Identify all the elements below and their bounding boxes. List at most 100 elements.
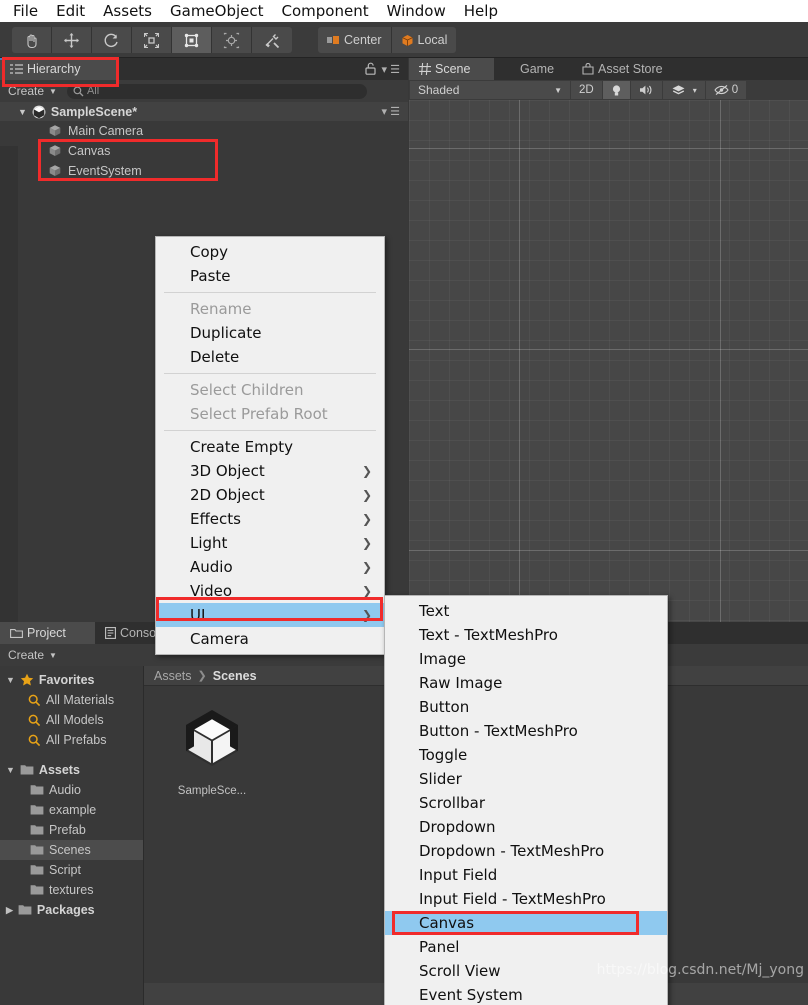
rect-tool-button[interactable]: [172, 27, 212, 53]
submenu-item-canvas[interactable]: Canvas: [385, 911, 667, 935]
submenu-item-button-textmeshpro[interactable]: Button - TextMeshPro: [385, 719, 667, 743]
lock-icon[interactable]: [365, 62, 376, 80]
submenu-item-input-field[interactable]: Input Field: [385, 863, 667, 887]
menu-item-label: 3D Object: [190, 462, 265, 480]
menu-gameobject[interactable]: GameObject: [161, 0, 273, 22]
menu-item-camera[interactable]: Camera: [156, 627, 384, 651]
disclosure-triangle-icon[interactable]: ▼: [6, 765, 15, 775]
tab-game[interactable]: Game: [494, 58, 572, 80]
submenu-item-dropdown-textmeshpro[interactable]: Dropdown - TextMeshPro: [385, 839, 667, 863]
hierarchy-item-canvas[interactable]: Canvas: [0, 141, 408, 161]
menu-item-audio[interactable]: Audio ❯: [156, 555, 384, 579]
visibility-toggle-button[interactable]: 0: [705, 81, 747, 99]
menu-item-label: Raw Image: [419, 674, 503, 692]
tab-scene[interactable]: Scene: [409, 58, 494, 80]
tree-folder-prefab[interactable]: Prefab: [0, 820, 143, 840]
tree-folder-example[interactable]: example: [0, 800, 143, 820]
tree-folder-audio[interactable]: Audio: [0, 780, 143, 800]
rotate-tool-button[interactable]: [92, 27, 132, 53]
project-create-button[interactable]: Create ▼: [8, 648, 57, 662]
menu-item-create-empty[interactable]: Create Empty: [156, 435, 384, 459]
menu-item-copy[interactable]: Copy: [156, 240, 384, 264]
submenu-item-scrollbar[interactable]: Scrollbar: [385, 791, 667, 815]
menu-item-video[interactable]: Video ❯: [156, 579, 384, 603]
toggle-2d-button[interactable]: 2D: [571, 81, 602, 99]
scene-view-toolbar: Shaded ▼ 2D ▾ 0: [409, 80, 808, 100]
tree-folder-textures[interactable]: textures: [0, 880, 143, 900]
disclosure-triangle-icon[interactable]: ▶: [6, 905, 13, 916]
submenu-item-slider[interactable]: Slider: [385, 767, 667, 791]
tree-all-prefabs[interactable]: All Prefabs: [0, 730, 143, 750]
menu-item-effects[interactable]: Effects ❯: [156, 507, 384, 531]
submenu-item-panel[interactable]: Panel: [385, 935, 667, 959]
menu-item-label: Scroll View: [419, 962, 501, 980]
menu-help[interactable]: Help: [455, 0, 507, 22]
menu-item-3d-object[interactable]: 3D Object ❯: [156, 459, 384, 483]
space-local-button[interactable]: Local: [391, 27, 457, 53]
menu-item-label: Button - TextMeshPro: [419, 722, 578, 740]
menu-component[interactable]: Component: [273, 0, 378, 22]
hierarchy-item-eventsystem[interactable]: EventSystem: [0, 161, 408, 181]
tree-favorites-root[interactable]: ▼ Favorites: [0, 670, 143, 690]
asset-item-samplescene[interactable]: SampleSce...: [166, 702, 258, 797]
tab-hierarchy[interactable]: Hierarchy: [0, 58, 118, 80]
submenu-item-text[interactable]: Text: [385, 599, 667, 623]
tab-project[interactable]: Project: [0, 622, 95, 644]
chevron-down-icon[interactable]: ▾: [693, 86, 697, 95]
menu-assets[interactable]: Assets: [94, 0, 161, 22]
menu-item-label: Light: [190, 534, 228, 552]
submenu-item-button[interactable]: Button: [385, 695, 667, 719]
effects-toggle-button[interactable]: ▾: [662, 81, 705, 99]
move-tool-button[interactable]: [52, 27, 92, 53]
submenu-item-input-field-textmeshpro[interactable]: Input Field - TextMeshPro: [385, 887, 667, 911]
hierarchy-tabstrip: Hierarchy ▾ ☰: [0, 58, 408, 80]
menu-window[interactable]: Window: [378, 0, 455, 22]
scene-viewport[interactable]: [409, 100, 808, 622]
submenu-item-raw-image[interactable]: Raw Image: [385, 671, 667, 695]
hierarchy-scene-row[interactable]: ▼ SampleScene* ▾ ☰: [0, 102, 408, 121]
hierarchy-item-main-camera[interactable]: Main Camera: [0, 121, 408, 141]
tree-packages-root[interactable]: ▶ Packages: [0, 900, 143, 920]
submenu-item-text-textmeshpro[interactable]: Text - TextMeshPro: [385, 623, 667, 647]
hierarchy-options-icon[interactable]: ▾ ☰: [382, 63, 400, 76]
menu-item-2d-object[interactable]: 2D Object ❯: [156, 483, 384, 507]
menu-item-paste[interactable]: Paste: [156, 264, 384, 288]
audio-toggle-button[interactable]: [630, 81, 662, 99]
submenu-item-image[interactable]: Image: [385, 647, 667, 671]
main-menu-bar: File Edit Assets GameObject Component Wi…: [0, 0, 808, 22]
breadcrumb-assets[interactable]: Assets: [154, 669, 192, 683]
menu-item-duplicate[interactable]: Duplicate: [156, 321, 384, 345]
gameobject-cube-icon: [49, 145, 61, 156]
scale-tool-button[interactable]: [132, 27, 172, 53]
submenu-item-dropdown[interactable]: Dropdown: [385, 815, 667, 839]
tree-folder-script[interactable]: Script: [0, 860, 143, 880]
scene-context-icon[interactable]: ▾ ☰: [382, 105, 400, 118]
lighting-toggle-button[interactable]: [602, 81, 630, 99]
disclosure-triangle-icon[interactable]: ▼: [18, 107, 27, 117]
pivot-center-button[interactable]: Center: [318, 27, 392, 53]
menu-item-light[interactable]: Light ❯: [156, 531, 384, 555]
tree-all-models[interactable]: All Models: [0, 710, 143, 730]
menu-item-ui[interactable]: UI ❯: [156, 603, 384, 627]
draw-mode-dropdown[interactable]: Shaded ▼: [410, 81, 570, 99]
grid-major-line: [409, 349, 808, 350]
breadcrumb-scenes[interactable]: Scenes: [213, 669, 257, 683]
menu-item-label: Toggle: [419, 746, 468, 764]
hierarchy-create-button[interactable]: Create ▼: [8, 84, 57, 98]
menu-file[interactable]: File: [4, 0, 47, 22]
hierarchy-search-input[interactable]: All: [66, 83, 367, 99]
custom-tool-button[interactable]: [252, 27, 292, 53]
menu-item-label: Delete: [190, 348, 240, 366]
menu-edit[interactable]: Edit: [47, 0, 94, 22]
disclosure-triangle-icon[interactable]: ▼: [6, 675, 15, 685]
tree-folder-scenes[interactable]: Scenes: [0, 840, 143, 860]
hand-tool-button[interactable]: [12, 27, 52, 53]
submenu-item-event-system[interactable]: Event System: [385, 983, 667, 1005]
transform-tool-button[interactable]: [212, 27, 252, 53]
tab-asset-store[interactable]: Asset Store: [572, 58, 690, 80]
tree-all-materials[interactable]: All Materials: [0, 690, 143, 710]
space-local-label: Local: [417, 33, 448, 47]
menu-item-delete[interactable]: Delete: [156, 345, 384, 369]
submenu-item-toggle[interactable]: Toggle: [385, 743, 667, 767]
tree-assets-root[interactable]: ▼ Assets: [0, 760, 143, 780]
